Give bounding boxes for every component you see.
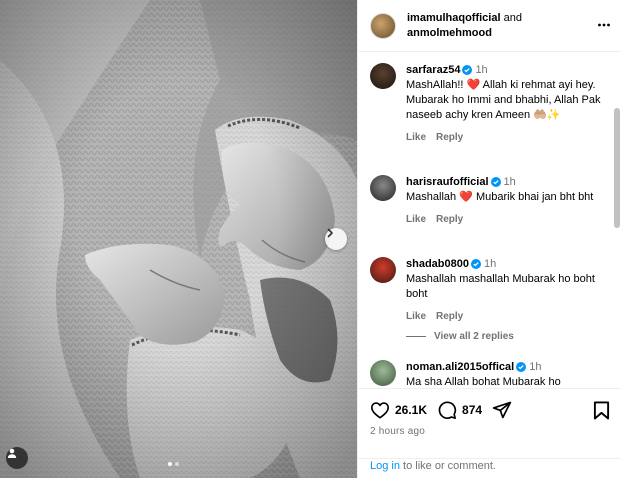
more-options-button[interactable] — [597, 18, 611, 35]
comment-like-button[interactable]: Like — [406, 311, 426, 322]
replies-divider — [406, 336, 426, 337]
commenter-avatar[interactable] — [370, 257, 396, 283]
carousel-dot — [175, 462, 179, 466]
share-send-icon — [492, 401, 512, 419]
comments-list[interactable]: sarfaraz54 1h MashAllah!! ❤️ Allah ki reh… — [358, 53, 614, 388]
save-button[interactable] — [593, 401, 610, 423]
comment-time[interactable]: 1h — [475, 64, 487, 76]
user-tag-icon — [7, 448, 17, 458]
commenter-avatar[interactable] — [370, 360, 396, 386]
coauthor-username[interactable]: anmolmehmood — [407, 27, 492, 39]
post-timestamp[interactable]: 2 hours ago — [370, 426, 425, 437]
verified-badge-icon — [462, 65, 473, 75]
view-replies-label: View all 2 replies — [434, 331, 514, 342]
post-photo[interactable] — [0, 0, 357, 478]
commenter-username[interactable]: sarfaraz54 — [406, 64, 460, 76]
share-button[interactable] — [492, 400, 512, 420]
chevron-right-icon — [327, 228, 333, 238]
commenter-avatar[interactable] — [370, 175, 396, 201]
author-username[interactable]: imamulhaqofficial — [407, 12, 501, 24]
comment-reply-button[interactable]: Reply — [436, 132, 463, 143]
author-avatar[interactable] — [370, 12, 396, 39]
tagged-users-button[interactable] — [6, 447, 28, 469]
likes-count[interactable]: 26.1K — [395, 403, 427, 417]
verified-badge-icon — [516, 362, 527, 372]
authors-joiner: and — [500, 11, 522, 24]
comment-item: sarfaraz54 1h MashAllah!! ❤️ Allah ki reh… — [370, 63, 610, 145]
heart-icon — [371, 402, 389, 419]
verified-badge-icon — [490, 177, 501, 187]
login-link[interactable]: Log in — [370, 460, 400, 472]
next-photo-button[interactable] — [325, 228, 347, 250]
login-prompt-text: to like or comment. — [399, 460, 496, 472]
commenter-avatar[interactable] — [370, 63, 396, 89]
comment-reply-button[interactable]: Reply — [436, 311, 463, 322]
comment-text: MashAllah!! ❤️ Allah ki rehmat ayi hey. … — [406, 79, 601, 121]
post-header: imamulhaqofficial and anmolmehmood — [358, 0, 621, 52]
carousel-dots — [168, 462, 179, 466]
commenter-username[interactable]: noman.ali2015offical — [406, 361, 514, 373]
comment-time[interactable]: 1h — [504, 176, 516, 188]
post-side-panel: imamulhaqofficial and anmolmehmood sarfa… — [357, 0, 621, 478]
comment-reply-button[interactable]: Reply — [436, 214, 463, 225]
comment-bubble-icon — [438, 401, 457, 419]
comment-item: noman.ali2015offical 1h Ma sha Allah boha… — [370, 360, 610, 388]
comment-item: shadab0800 1h Mashallah mashallah Mubarak… — [370, 257, 610, 324]
comment-text: Mashallah ❤️ Mubarik bhai jan bht bht — [406, 191, 594, 203]
comments-count: 874 — [462, 403, 483, 417]
comment-text: Mashallah mashallah Mubarak ho boht boht — [406, 273, 595, 300]
view-replies-button[interactable]: View all 2 replies — [406, 331, 514, 342]
login-prompt: Log in to like or comment. — [358, 458, 621, 472]
comment-time[interactable]: 1h — [529, 361, 541, 373]
verified-badge-icon — [470, 259, 481, 269]
comment-item: harisraufofficial 1h Mashallah ❤️ Mubarik… — [370, 175, 610, 227]
like-button[interactable] — [370, 401, 390, 419]
baby-hands-photo — [0, 0, 357, 478]
comment-button[interactable] — [437, 400, 457, 420]
carousel-dot-active — [168, 462, 172, 466]
commenter-username[interactable]: harisraufofficial — [406, 176, 489, 188]
commenter-username[interactable]: shadab0800 — [406, 258, 469, 270]
post-actions: 26.1K 874 2 hours ago Log in to like or … — [358, 388, 621, 478]
comment-time[interactable]: 1h — [484, 258, 496, 270]
scrollbar-thumb[interactable] — [614, 108, 620, 228]
bookmark-icon — [593, 401, 610, 420]
comments-scrollbar[interactable] — [613, 53, 621, 388]
comment-like-button[interactable]: Like — [406, 214, 426, 225]
comment-like-button[interactable]: Like — [406, 132, 426, 143]
post-authors: imamulhaqofficial and anmolmehmood — [407, 11, 522, 41]
comment-text: Ma sha Allah bohat Mubarak ho — [406, 376, 561, 388]
more-horizontal-icon — [598, 23, 610, 27]
